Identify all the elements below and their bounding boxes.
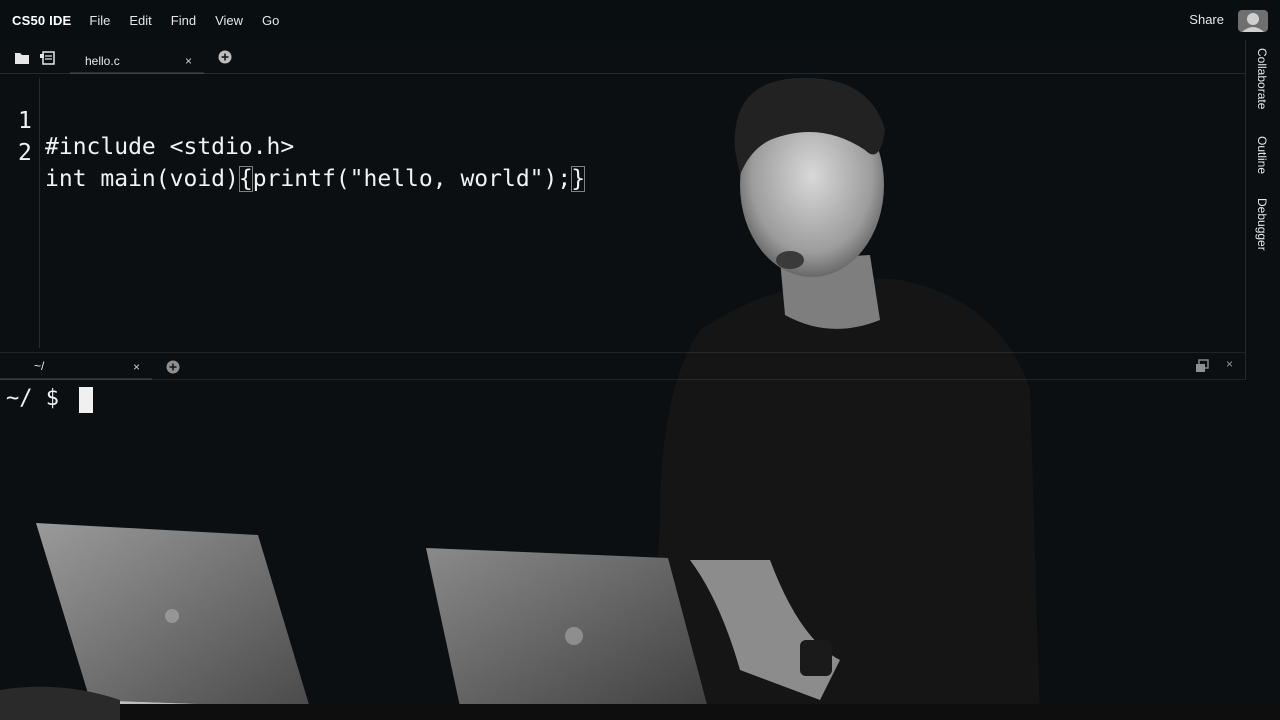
terminal[interactable]: ~/ $ bbox=[0, 384, 1245, 424]
code-line-2: 2 int main(void){printf("hello, world");… bbox=[0, 114, 586, 192]
avatar-icon[interactable] bbox=[1236, 6, 1270, 36]
menu-bar: CS50 IDE File Edit Find View Go bbox=[0, 0, 1280, 40]
terminal-tab-close-icon[interactable]: × bbox=[133, 360, 140, 374]
tab-terminal[interactable]: ~/ × bbox=[0, 353, 152, 380]
terminal-cursor bbox=[79, 387, 93, 413]
tab-hello-c[interactable]: hello.c × bbox=[70, 47, 204, 74]
share-button[interactable]: Share bbox=[1189, 12, 1224, 27]
code-editor[interactable]: 1 #include <stdio.h> 2 int main(void){pr… bbox=[0, 78, 1245, 348]
editor-tab-bar: hello.c × bbox=[0, 44, 1245, 74]
menu-file[interactable]: File bbox=[89, 13, 110, 28]
restore-window-icon[interactable] bbox=[1195, 359, 1209, 373]
open-brace: { bbox=[238, 166, 253, 192]
plus-circle-icon[interactable] bbox=[166, 360, 180, 374]
code-text: #include <stdio.h> bbox=[45, 134, 295, 160]
panel-outline[interactable]: Outline bbox=[1255, 136, 1269, 174]
code-line-1: 1 #include <stdio.h> bbox=[0, 82, 294, 160]
code-signature: int main(void) bbox=[45, 166, 239, 192]
menu-view[interactable]: View bbox=[215, 13, 243, 28]
panel-collaborate[interactable]: Collaborate bbox=[1255, 48, 1269, 109]
tab-label: hello.c bbox=[85, 54, 120, 68]
line-number: 2 bbox=[18, 140, 32, 166]
terminal-tab-label: ~/ bbox=[34, 359, 45, 373]
close-brace: } bbox=[571, 166, 586, 192]
file-icon[interactable] bbox=[40, 51, 56, 70]
menu-go[interactable]: Go bbox=[262, 13, 279, 28]
code-text: int main(void){printf("hello, world");} bbox=[45, 166, 586, 192]
side-panel: Collaborate Outline Debugger bbox=[1245, 40, 1280, 380]
app-brand[interactable]: CS50 IDE bbox=[12, 13, 71, 28]
terminal-close-icon[interactable]: × bbox=[1226, 357, 1233, 371]
menu-find[interactable]: Find bbox=[171, 13, 196, 28]
code-body: printf("hello, world"); bbox=[252, 166, 572, 192]
terminal-prompt: ~/ $ bbox=[6, 386, 59, 411]
tab-close-icon[interactable]: × bbox=[185, 54, 192, 68]
panel-debugger[interactable]: Debugger bbox=[1255, 198, 1269, 251]
folder-icon[interactable] bbox=[14, 51, 30, 70]
terminal-tab-bar: ~/ × × bbox=[0, 352, 1245, 380]
plus-circle-icon[interactable] bbox=[218, 50, 232, 64]
menu-edit[interactable]: Edit bbox=[129, 13, 151, 28]
